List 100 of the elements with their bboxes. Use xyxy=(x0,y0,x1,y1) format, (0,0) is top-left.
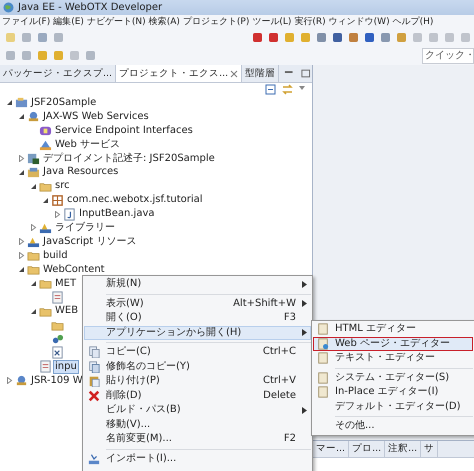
interface-icon xyxy=(39,124,52,138)
toolbar-icon[interactable] xyxy=(267,31,280,44)
view-tab[interactable]: 型階層 xyxy=(242,65,280,82)
toolbar-icon[interactable] xyxy=(379,31,392,44)
toolbar-icon[interactable] xyxy=(347,31,360,44)
menu-item[interactable]: In-Place エディター(I) xyxy=(313,385,473,400)
collapsed-arrow-icon[interactable] xyxy=(18,238,25,246)
project-icon xyxy=(15,96,28,110)
menu-item[interactable]: ビルド・パス(B) xyxy=(84,403,311,418)
resources-icon xyxy=(27,166,40,179)
tree-item[interactable] xyxy=(51,290,64,304)
menu-bar-item[interactable]: ナビゲート(N) xyxy=(86,16,146,28)
tree-item[interactable]: JSR-109 W xyxy=(30,374,84,387)
menu-item[interactable]: 削除(D) Delete xyxy=(84,388,311,403)
toolbar-icon[interactable] xyxy=(331,31,344,44)
menu-bar-item[interactable]: 編集(E) xyxy=(53,16,84,28)
close-icon[interactable] xyxy=(230,70,238,78)
menu-item[interactable]: システム・エディター(S) xyxy=(313,370,473,385)
menu-item[interactable]: テキスト・エディター xyxy=(313,351,473,366)
tree-item[interactable]: src xyxy=(54,180,71,192)
java-icon xyxy=(63,208,76,221)
expanded-arrow-icon[interactable] xyxy=(18,113,25,120)
tree-item[interactable]: JSF20Sample xyxy=(30,96,98,109)
menu-bar-item[interactable]: 実行(R) xyxy=(294,16,326,28)
collapsed-arrow-icon[interactable] xyxy=(18,155,25,162)
file-icon xyxy=(51,290,64,304)
service-icon xyxy=(39,138,52,152)
menu-item[interactable]: HTML エディター xyxy=(313,322,473,336)
maximize-icon[interactable] xyxy=(300,67,312,80)
menu-item[interactable]: 表示(W) Alt+Shift+W xyxy=(84,296,311,311)
toolbar-icon[interactable] xyxy=(363,31,376,44)
tree-item[interactable]: Web サービス xyxy=(54,138,121,151)
menu-item[interactable]: インポート(I)... xyxy=(84,452,311,466)
package-icon xyxy=(51,194,64,207)
menu-item[interactable]: その他... xyxy=(313,419,473,434)
expanded-arrow-icon[interactable] xyxy=(30,280,37,288)
tree-item[interactable]: WEB xyxy=(54,305,80,318)
toolbar-icon[interactable] xyxy=(315,31,328,44)
collapsed-arrow-icon[interactable] xyxy=(30,224,37,232)
menu-item[interactable]: コピー(C) Ctrl+C xyxy=(84,345,311,360)
view-tab[interactable]: プロ... xyxy=(349,441,386,457)
collapse-all-icon[interactable] xyxy=(264,82,277,96)
webservice-icon xyxy=(27,110,40,124)
file-icon xyxy=(39,360,52,374)
menu-bar-item[interactable]: 検索(A) xyxy=(148,16,180,28)
paste-icon xyxy=(88,375,100,388)
toolbar-icon[interactable] xyxy=(251,31,264,44)
menu-item[interactable]: 修飾名のコピー(Y) xyxy=(84,360,311,374)
copy-icon xyxy=(88,360,100,373)
view-tab[interactable]: サ xyxy=(421,441,438,457)
menu-item[interactable]: 貼り付け(P) Ctrl+V xyxy=(84,374,311,388)
tree-item[interactable]: ライブラリー xyxy=(54,222,116,234)
quick-access-field[interactable]: クイック・ xyxy=(422,48,474,64)
library-icon xyxy=(27,235,40,248)
tree-item[interactable]: Java Resources xyxy=(42,166,120,178)
menu-item[interactable]: Web ページ・エディター xyxy=(313,336,473,351)
tree-item[interactable]: com.nec.webotx.jsf.tutorial xyxy=(66,194,204,206)
document-icon xyxy=(317,372,329,384)
menu-bar-item[interactable]: ヘルプ(H) xyxy=(392,16,434,28)
view-tab[interactable]: プロジェクト・エクス... xyxy=(116,65,242,82)
import-icon xyxy=(88,452,100,465)
tree-item[interactable]: JAX-WS Web Services xyxy=(42,110,150,123)
document-icon xyxy=(317,352,329,364)
collapsed-arrow-icon[interactable] xyxy=(54,210,61,218)
tree-item[interactable]: デプロイメント記述子: JSF20Sample xyxy=(42,152,216,164)
tree-item[interactable]: inpu xyxy=(54,360,78,373)
collapsed-arrow-icon[interactable] xyxy=(18,252,25,260)
link-icon[interactable] xyxy=(281,82,294,96)
expanded-arrow-icon[interactable] xyxy=(30,308,37,315)
tree-item[interactable]: WebContent xyxy=(42,264,106,276)
expanded-arrow-icon[interactable] xyxy=(30,182,37,190)
menu-bar-item[interactable]: ツール(L) xyxy=(252,16,292,28)
window-title: Java EE - WebOTX Developer xyxy=(18,2,162,13)
expanded-arrow-icon[interactable] xyxy=(42,196,49,204)
menu-item[interactable]: 移動(V)... xyxy=(84,418,311,432)
expanded-arrow-icon[interactable] xyxy=(6,99,13,106)
document-icon xyxy=(317,338,329,350)
globe-icon xyxy=(3,2,14,13)
webservice-icon xyxy=(15,374,28,388)
xml-icon xyxy=(51,346,64,360)
view-tab[interactable]: 注釈... xyxy=(385,441,422,457)
menu-bar-item[interactable]: ウィンドウ(W) xyxy=(328,16,390,28)
menu-bar-item[interactable]: プロジェクト(P) xyxy=(182,16,250,28)
expanded-arrow-icon[interactable] xyxy=(18,168,25,176)
menu-bar-item[interactable]: ファイル(F) xyxy=(2,16,50,28)
document-icon xyxy=(317,386,329,398)
expanded-arrow-icon[interactable] xyxy=(18,266,25,274)
tree-item[interactable] xyxy=(51,346,64,360)
tree-item[interactable]: MET xyxy=(54,278,78,290)
tree-item[interactable]: InputBean.java xyxy=(78,208,156,220)
tree-item[interactable]: Service Endpoint Interfaces xyxy=(54,124,194,137)
menu-item[interactable]: アプリケーションから開く(H) xyxy=(84,326,311,340)
menu-item[interactable]: 名前変更(M)... F2 xyxy=(84,432,311,446)
collapsed-arrow-icon[interactable] xyxy=(6,377,13,384)
tree-item[interactable]: build xyxy=(42,250,69,262)
delete-icon xyxy=(88,390,100,402)
menu-item[interactable]: デフォルト・エディター(D) xyxy=(313,400,473,414)
menu-item[interactable]: 開く(O) F3 xyxy=(84,311,311,326)
tree-item[interactable]: JavaScript リソース xyxy=(42,236,138,248)
menu-item[interactable]: 新規(N) xyxy=(84,277,311,292)
